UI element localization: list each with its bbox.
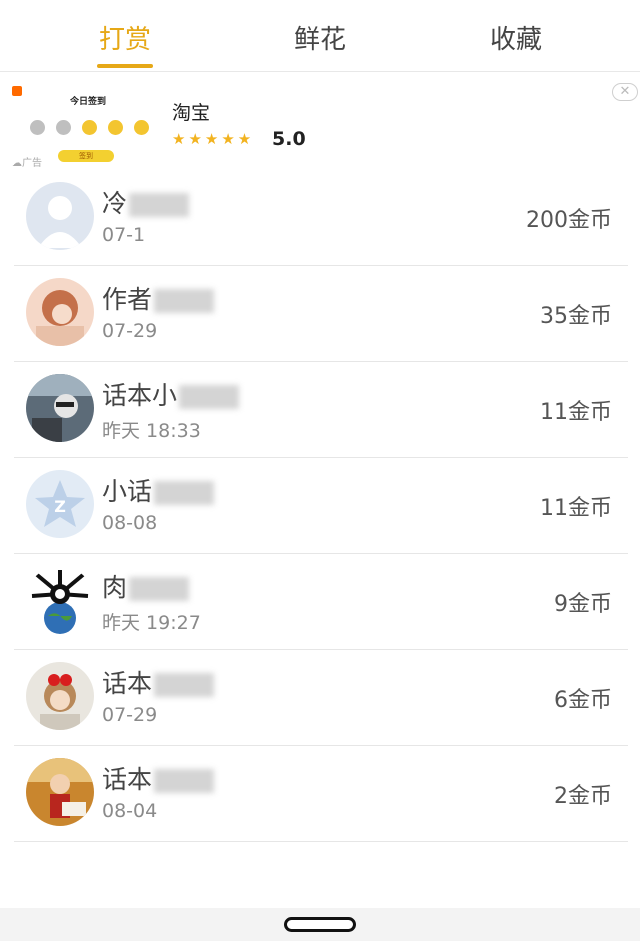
list-item[interactable]: 话本小 昨天 18:33 11金币 bbox=[0, 362, 640, 458]
reward-list: 冷 07-1 200金币 作者 07-29 35金币 话本小 昨天 18:33 … bbox=[0, 170, 640, 842]
warm-scene-avatar-icon bbox=[26, 758, 94, 826]
ad-thumb-sign-button: 签到 bbox=[58, 150, 114, 162]
avatar[interactable] bbox=[26, 278, 94, 346]
reward-time: 07-1 bbox=[102, 224, 146, 246]
coin-icon bbox=[56, 120, 71, 135]
blurred-name bbox=[129, 193, 190, 217]
coin-icon bbox=[108, 120, 123, 135]
list-item[interactable]: 话本 08-04 2金币 bbox=[0, 746, 640, 842]
active-tab-indicator bbox=[97, 64, 153, 68]
reward-amount: 200金币 bbox=[526, 208, 612, 233]
divider bbox=[14, 841, 628, 842]
user-name: 话本小 bbox=[102, 381, 178, 410]
ad-rating-value: 5.0 bbox=[272, 128, 306, 150]
list-item[interactable]: 肉 昨天 19:27 9金币 bbox=[0, 554, 640, 650]
reward-amount: 9金币 bbox=[554, 592, 612, 617]
skull-earth-avatar-icon bbox=[26, 566, 94, 634]
user-name: 话本 bbox=[102, 669, 153, 698]
blurred-name bbox=[154, 289, 215, 313]
tab-dashang[interactable]: 打赏 bbox=[65, 8, 185, 72]
svg-text:Z: Z bbox=[54, 497, 66, 516]
reward-time: 08-04 bbox=[102, 800, 158, 822]
blurred-name bbox=[154, 673, 215, 697]
list-item[interactable]: Z 小话 08-08 11金币 bbox=[0, 458, 640, 554]
user-name: 冷 bbox=[102, 189, 128, 218]
avatar[interactable] bbox=[26, 758, 94, 826]
blurred-name bbox=[179, 385, 240, 409]
default-avatar-icon bbox=[26, 182, 94, 250]
tab-shoucang[interactable]: 收藏 bbox=[456, 8, 576, 72]
reward-time: 昨天 18:33 bbox=[102, 420, 201, 442]
list-item[interactable]: 冷 07-1 200金币 bbox=[0, 170, 640, 266]
blurred-name bbox=[129, 577, 190, 601]
avatar[interactable]: Z bbox=[26, 470, 94, 538]
user-name: 话本 bbox=[102, 765, 153, 794]
reward-time: 07-29 bbox=[102, 320, 158, 342]
girl-red-bow-avatar-icon bbox=[26, 662, 94, 730]
avatar[interactable] bbox=[26, 566, 94, 634]
reward-time: 08-08 bbox=[102, 512, 158, 534]
reward-amount: 35金币 bbox=[540, 304, 612, 329]
list-item[interactable]: 话本 07-29 6金币 bbox=[0, 650, 640, 746]
avatar[interactable] bbox=[26, 374, 94, 442]
ad-app-name[interactable]: 淘宝 bbox=[172, 98, 210, 125]
user-name: 小话 bbox=[102, 477, 153, 506]
coin-icon bbox=[134, 120, 149, 135]
ad-label: ☁广告 bbox=[12, 158, 42, 169]
reward-amount: 11金币 bbox=[540, 400, 612, 425]
list-item[interactable]: 作者 07-29 35金币 bbox=[0, 266, 640, 362]
user-name: 肉 bbox=[102, 573, 128, 602]
taobao-logo-icon bbox=[12, 86, 22, 96]
close-icon[interactable]: ✕ bbox=[612, 83, 638, 101]
anime-girl-avatar-icon bbox=[26, 278, 94, 346]
coin-icon bbox=[82, 120, 97, 135]
reward-amount: 6金币 bbox=[554, 688, 612, 713]
reward-amount: 2金币 bbox=[554, 784, 612, 809]
reward-amount: 11金币 bbox=[540, 496, 612, 521]
tab-xianhua[interactable]: 鲜花 bbox=[260, 8, 380, 72]
ad-rating-stars-icon: ★★★★★ bbox=[172, 130, 255, 148]
blurred-name bbox=[154, 769, 215, 793]
car-selfie-avatar-icon bbox=[26, 374, 94, 442]
qzone-star-avatar-icon: Z bbox=[26, 470, 94, 538]
coin-icon bbox=[30, 120, 45, 135]
reward-time: 昨天 19:27 bbox=[102, 612, 201, 634]
blurred-name bbox=[154, 481, 215, 505]
avatar[interactable] bbox=[26, 182, 94, 250]
home-indicator[interactable] bbox=[284, 917, 356, 932]
avatar[interactable] bbox=[26, 662, 94, 730]
user-name: 作者 bbox=[102, 285, 153, 314]
ad-thumb-title: 今日签到 bbox=[69, 97, 106, 107]
system-navigation-bar bbox=[0, 908, 640, 941]
reward-time: 07-29 bbox=[102, 704, 158, 726]
ad-thumbnail[interactable]: 今日签到 签到 ☁广告 bbox=[12, 86, 160, 169]
tab-bar: 打赏 鲜花 收藏 bbox=[0, 8, 640, 72]
